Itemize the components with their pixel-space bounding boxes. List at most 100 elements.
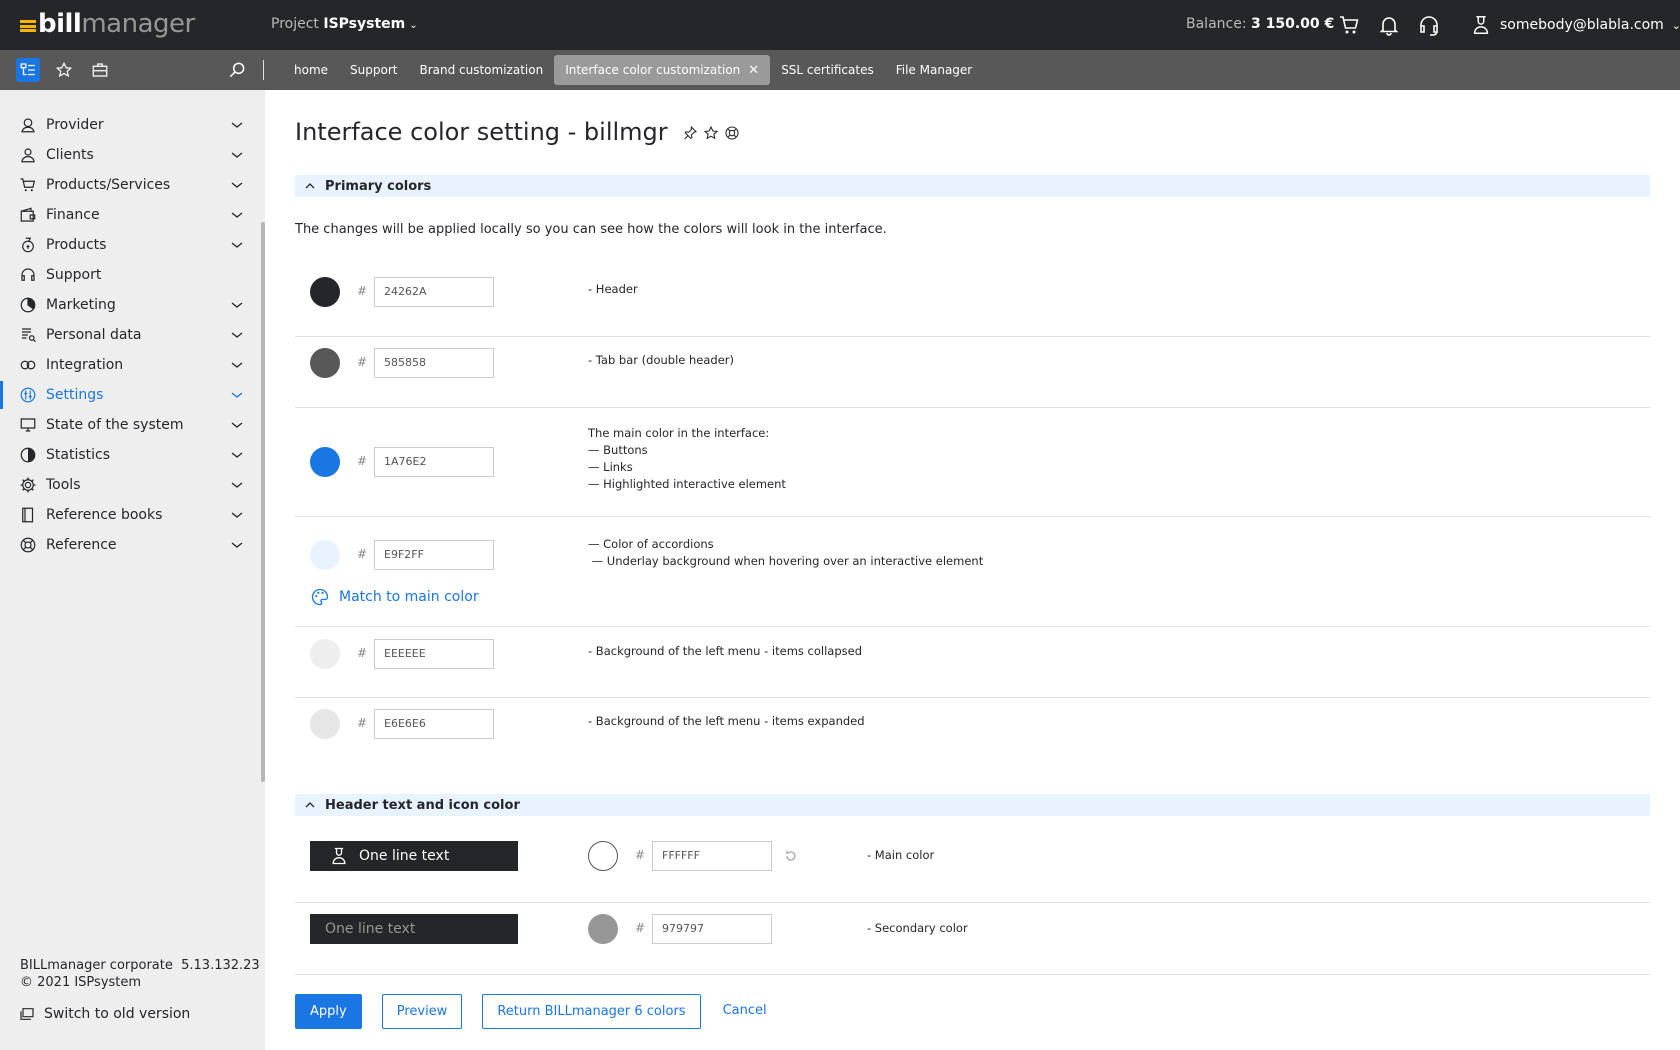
hex-input[interactable]: E6E6E6 bbox=[374, 709, 494, 739]
cart-icon[interactable] bbox=[1337, 13, 1361, 37]
hex-input[interactable]: EEEEEE bbox=[374, 639, 494, 669]
hex-input[interactable]: 979797 bbox=[652, 914, 772, 944]
sidebar-item-label: Clients bbox=[46, 147, 94, 163]
color-description: - Tab bar (double header) bbox=[588, 352, 734, 369]
clients-icon bbox=[21, 148, 35, 163]
sidebar-item-marketing[interactable]: Marketing bbox=[0, 290, 261, 320]
switch-to-old-version-link[interactable]: Switch to old version bbox=[19, 1006, 190, 1022]
lifebuoy-icon[interactable] bbox=[724, 125, 740, 141]
book-icon bbox=[22, 507, 34, 523]
preview-button[interactable]: Preview bbox=[381, 994, 463, 1029]
user-menu[interactable]: somebody@blabla.com ⌄ bbox=[1470, 14, 1680, 36]
user-icon bbox=[332, 847, 346, 865]
chevron-down-icon bbox=[231, 152, 243, 158]
sidebar-item-tools[interactable]: Tools bbox=[0, 470, 261, 500]
sidebar-item-clients[interactable]: Clients bbox=[0, 140, 261, 170]
sidebar-item-reference-books[interactable]: Reference books bbox=[0, 500, 261, 530]
color-row-main: # 1A76E2 The main color in the interface… bbox=[295, 408, 1650, 517]
sidebar-item-finance[interactable]: Finance bbox=[0, 200, 261, 230]
project-selector[interactable]: Project ISPsystem ⌄ bbox=[271, 16, 418, 32]
hex-input[interactable]: 585858 bbox=[374, 348, 494, 378]
hex-input[interactable]: 24262A bbox=[374, 277, 494, 307]
chevron-down-icon bbox=[231, 422, 243, 428]
color-description: - Background of the left menu - items ex… bbox=[588, 713, 865, 730]
color-row-header: # 24262A - Header bbox=[295, 262, 1650, 337]
tab-home[interactable]: home bbox=[283, 55, 339, 85]
sidebar-item-label: Products/Services bbox=[46, 177, 171, 193]
cancel-button[interactable]: Cancel bbox=[720, 994, 769, 1029]
hex-input[interactable]: E9F2FF bbox=[374, 540, 494, 570]
headset-icon[interactable] bbox=[1417, 13, 1441, 37]
hex-input[interactable]: 1A76E2 bbox=[374, 447, 494, 477]
desc-line: - Background of the left menu - items co… bbox=[588, 644, 863, 658]
sidebar-item-integration[interactable]: Integration bbox=[0, 350, 261, 380]
sidebar-item-label: Reference books bbox=[46, 507, 163, 523]
section-header-text-and-icon-color[interactable]: Header text and icon color bbox=[295, 794, 1650, 816]
switch-label: Switch to old version bbox=[44, 1006, 191, 1022]
color-swatch[interactable] bbox=[588, 914, 618, 944]
sidebar-item-support[interactable]: Support bbox=[0, 260, 261, 290]
tab-support[interactable]: Support bbox=[339, 55, 408, 85]
section-primary-colors[interactable]: Primary colors bbox=[295, 175, 1650, 197]
sidebar-item-reference[interactable]: Reference bbox=[0, 530, 261, 560]
hash-label: # bbox=[357, 547, 368, 561]
favorites-star-icon[interactable] bbox=[52, 58, 76, 82]
sidebar-item-statistics[interactable]: Statistics bbox=[0, 440, 261, 470]
chevron-up-icon bbox=[305, 183, 315, 189]
copyright: © 2021 ISPsystem bbox=[20, 975, 142, 990]
sidebar-item-label: Support bbox=[46, 267, 102, 283]
reset-icon[interactable] bbox=[784, 849, 798, 863]
lifebuoy-icon bbox=[20, 537, 36, 553]
gear-icon bbox=[20, 477, 36, 493]
color-swatch[interactable] bbox=[310, 447, 340, 477]
hex-input[interactable]: FFFFFF bbox=[652, 841, 772, 871]
search-icon[interactable] bbox=[225, 58, 249, 82]
return-default-colors-button[interactable]: Return BILLmanager 6 colors bbox=[482, 994, 701, 1029]
chevron-down-icon bbox=[231, 452, 243, 458]
bell-icon[interactable] bbox=[1377, 13, 1401, 37]
sidebar-item-products-services[interactable]: Products/Services bbox=[0, 170, 261, 200]
project-name: ISPsystem bbox=[323, 16, 406, 32]
color-swatch[interactable] bbox=[310, 709, 340, 739]
chevron-down-icon bbox=[231, 542, 243, 548]
tab-brand-customization[interactable]: Brand customization bbox=[408, 55, 554, 85]
briefcase-icon[interactable] bbox=[88, 58, 112, 82]
color-swatch[interactable] bbox=[310, 540, 340, 570]
color-row-accordion: # E9F2FF — Color of accordions — Underla… bbox=[295, 517, 1650, 627]
menu-tree-icon[interactable] bbox=[16, 58, 40, 82]
close-icon[interactable]: ✕ bbox=[748, 63, 759, 78]
sidebar: Provider Clients Products/Services Finan… bbox=[0, 90, 265, 1050]
color-swatch[interactable] bbox=[310, 277, 340, 307]
star-icon[interactable] bbox=[703, 125, 719, 141]
statistics-icon bbox=[20, 447, 36, 463]
desc-line: - Header bbox=[588, 282, 638, 296]
sidebar-item-state-of-the-system[interactable]: State of the system bbox=[0, 410, 261, 440]
pin-icon[interactable] bbox=[682, 125, 698, 141]
apply-button[interactable]: Apply bbox=[295, 994, 362, 1029]
tab-ssl-certificates[interactable]: SSL certificates bbox=[770, 55, 885, 85]
personal-data-icon bbox=[22, 328, 36, 343]
sidebar-item-products[interactable]: Products bbox=[0, 230, 261, 260]
section-title: Header text and icon color bbox=[325, 797, 520, 813]
sidebar-item-personal-data[interactable]: Personal data bbox=[0, 320, 261, 350]
chevron-down-icon bbox=[231, 392, 243, 398]
color-swatch[interactable] bbox=[310, 639, 340, 669]
switch-window-icon bbox=[20, 1008, 34, 1020]
desc-line: — Links bbox=[588, 460, 633, 474]
match-to-main-color-link[interactable]: Match to main color bbox=[310, 587, 479, 607]
sidebar-item-label: Personal data bbox=[46, 327, 142, 343]
tab-interface-color-customization[interactable]: Interface color customization ✕ bbox=[554, 55, 771, 85]
color-description: The main color in the interface: — Butto… bbox=[588, 425, 786, 493]
balance-value: 3 150.00 € bbox=[1251, 16, 1335, 32]
project-label: Project bbox=[271, 16, 319, 32]
sidebar-item-provider[interactable]: Provider bbox=[0, 110, 261, 140]
desc-line: — Buttons bbox=[588, 443, 648, 457]
chevron-down-icon bbox=[231, 242, 243, 248]
sidebar-item-label: Reference bbox=[46, 537, 117, 553]
tab-file-manager[interactable]: File Manager bbox=[885, 55, 984, 85]
color-swatch[interactable] bbox=[310, 348, 340, 378]
billmanager-logo[interactable]: bill manager bbox=[20, 9, 195, 39]
color-swatch[interactable] bbox=[588, 841, 618, 871]
sidebar-item-settings[interactable]: Settings bbox=[0, 380, 261, 410]
chevron-down-icon: ⌄ bbox=[409, 20, 418, 31]
